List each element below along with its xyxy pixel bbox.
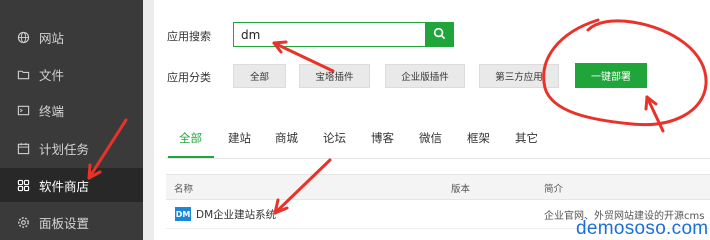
grid-icon xyxy=(16,178,30,192)
category-third-party-button[interactable]: 第三方应用 xyxy=(479,64,559,88)
watermark: demososo.com xyxy=(576,218,709,239)
sidebar-item-website[interactable]: 网站 xyxy=(0,20,143,54)
app-logo: DM xyxy=(175,207,191,221)
table-header xyxy=(166,174,710,200)
terminal-icon xyxy=(16,103,30,117)
sidebar-item-label: 终端 xyxy=(39,103,65,119)
sidebar-item-label: 文件 xyxy=(39,67,65,83)
tab-wechat[interactable]: 微信 xyxy=(419,130,442,146)
tab-forum[interactable]: 论坛 xyxy=(323,130,346,146)
category-label: 应用分类 xyxy=(167,71,211,84)
panel-gutter xyxy=(143,0,154,240)
sidebar-item-cron[interactable]: 计划任务 xyxy=(0,131,143,165)
app-window: 网站 文件 终端 计划任务 软件商店 面板设置 应用搜索 dm 应用分类 全部 … xyxy=(0,0,710,240)
category-enterprise-plugins-button[interactable]: 企业版插件 xyxy=(385,64,465,88)
sidebar-item-label: 面板设置 xyxy=(39,215,90,231)
folder-icon xyxy=(16,67,30,81)
search-label: 应用搜索 xyxy=(167,30,211,43)
search-button[interactable] xyxy=(425,22,454,47)
calendar-icon xyxy=(16,141,30,155)
sidebar-item-app-store[interactable]: 软件商店 xyxy=(0,168,143,202)
tab-all[interactable]: 全部 xyxy=(179,130,202,146)
one-click-deploy-button[interactable]: 一键部署 xyxy=(575,63,647,88)
tab-other[interactable]: 其它 xyxy=(515,130,538,146)
sidebar-item-terminal[interactable]: 终端 xyxy=(0,93,143,127)
tab-mall[interactable]: 商城 xyxy=(275,130,298,146)
search-icon xyxy=(433,25,446,44)
sidebar-item-files[interactable]: 文件 xyxy=(0,57,143,91)
tab-framework[interactable]: 框架 xyxy=(467,130,490,146)
category-bt-plugins-button[interactable]: 宝塔插件 xyxy=(299,64,370,88)
app-name[interactable]: DM企业建站系统 xyxy=(196,207,276,222)
column-header-description: 简介 xyxy=(544,184,564,195)
globe-icon xyxy=(16,30,30,44)
gear-icon xyxy=(16,215,30,229)
sidebar-item-label: 网站 xyxy=(39,30,65,46)
category-all-button[interactable]: 全部 xyxy=(233,64,286,88)
tab-divider xyxy=(166,158,710,159)
column-header-version: 版本 xyxy=(451,184,471,195)
sidebar-item-label: 软件商店 xyxy=(39,178,90,194)
tab-blog[interactable]: 博客 xyxy=(371,130,394,146)
column-header-name: 名称 xyxy=(174,184,194,195)
search-input[interactable]: dm xyxy=(233,22,425,47)
sidebar-item-label: 计划任务 xyxy=(39,141,90,157)
sidebar: 网站 文件 终端 计划任务 软件商店 面板设置 xyxy=(0,0,143,240)
sidebar-item-settings[interactable]: 面板设置 xyxy=(0,205,143,239)
tab-website[interactable]: 建站 xyxy=(228,130,251,146)
